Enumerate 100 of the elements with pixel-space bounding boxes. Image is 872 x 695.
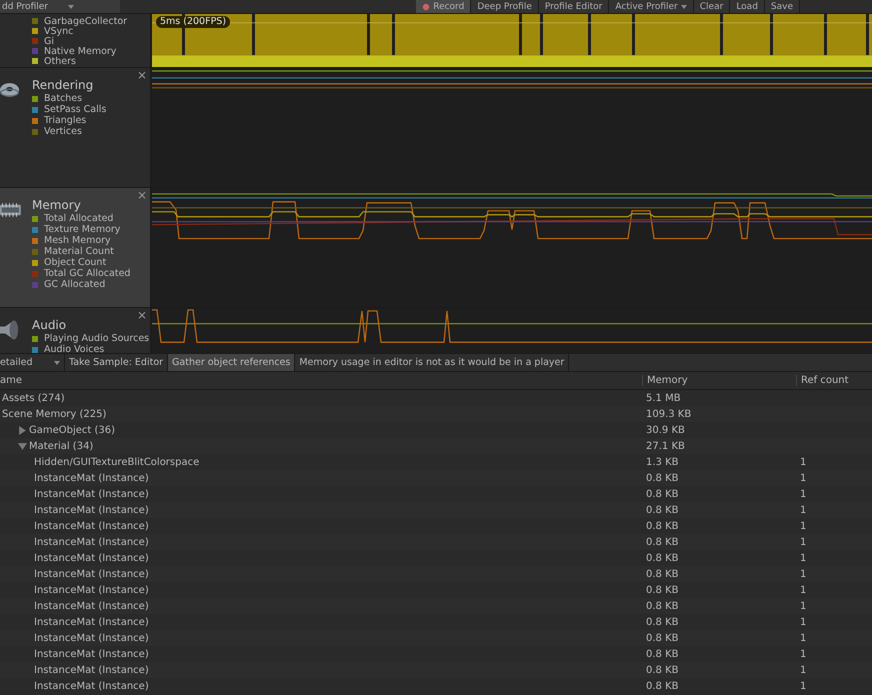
table-cell-text: 0.8 KB bbox=[645, 584, 680, 596]
table-cell-text: 1 bbox=[799, 568, 806, 580]
table-cell-text: 30.9 KB bbox=[645, 424, 686, 436]
toolbar-button[interactable]: Save bbox=[764, 0, 800, 13]
toolbar-button[interactable]: Load bbox=[730, 0, 765, 13]
legend-label: Mesh Memory bbox=[44, 235, 111, 246]
table-cell-text: 1 bbox=[799, 600, 806, 612]
toolbar-button[interactable]: Profile Editor bbox=[538, 0, 610, 13]
tree-item-label[interactable]: Scene Memory (225) bbox=[2, 408, 106, 420]
table-cell-text: 0.8 KB bbox=[645, 552, 680, 564]
column-header[interactable]: Memory bbox=[642, 375, 796, 386]
legend-label: Object Count bbox=[44, 257, 106, 268]
table-cell-text: 0.8 KB bbox=[645, 472, 680, 484]
legend-label: GC Allocated bbox=[44, 279, 106, 290]
legend-label: Audio Voices bbox=[44, 344, 104, 353]
table-cell-text: 0.8 KB bbox=[645, 632, 680, 644]
table-cell-text: 5.1 MB bbox=[645, 392, 682, 404]
legend-label: Total GC Allocated bbox=[44, 268, 130, 279]
table-cell-text: 1 bbox=[799, 632, 806, 644]
table-cell-text: 1 bbox=[799, 520, 806, 532]
tree-item-label[interactable]: InstanceMat (Instance) bbox=[34, 472, 149, 484]
legend-label: Others bbox=[44, 56, 76, 66]
table-cell-text: 0.8 KB bbox=[645, 680, 680, 692]
tree-item-label[interactable]: InstanceMat (Instance) bbox=[34, 600, 149, 612]
expand-arrow-icon[interactable] bbox=[18, 426, 27, 434]
table-cell-text: 1 bbox=[799, 680, 806, 692]
table-cell-text: 1 bbox=[799, 552, 806, 564]
legend-label: GarbageCollector bbox=[44, 16, 128, 26]
expand-arrow-icon[interactable] bbox=[18, 442, 27, 450]
gather-references-toggle[interactable]: Gather object references bbox=[168, 354, 296, 371]
table-cell-text: 0.8 KB bbox=[645, 664, 680, 676]
tree-item-label[interactable]: Hidden/GUITextureBlitColorspace bbox=[34, 456, 200, 468]
tree-item-label[interactable]: Material (34) bbox=[29, 440, 94, 452]
tree-item-label[interactable]: InstanceMat (Instance) bbox=[34, 536, 149, 548]
tree-item-label[interactable]: InstanceMat (Instance) bbox=[34, 552, 149, 564]
caret-icon bbox=[680, 4, 687, 8]
legend-label: Native Memory bbox=[44, 46, 116, 56]
table-cell-text: 1 bbox=[799, 584, 806, 596]
table-cell-text: 0.8 KB bbox=[645, 504, 680, 516]
tree-item-label[interactable]: InstanceMat (Instance) bbox=[34, 504, 149, 516]
table-cell-text: 27.1 KB bbox=[645, 440, 686, 452]
table-cell-text: 0.8 KB bbox=[645, 648, 680, 660]
table-cell-text: 109.3 KB bbox=[645, 408, 692, 420]
tree-item-label[interactable]: GameObject (36) bbox=[29, 424, 116, 436]
tree-item-label[interactable]: InstanceMat (Instance) bbox=[34, 680, 149, 692]
frame-time-label: 5ms (200FPS) bbox=[156, 16, 230, 28]
table-cell-text: 1 bbox=[799, 616, 806, 628]
profiler-panel-label[interactable]: Audio Playing Audio Sources Audio Voices × bbox=[0, 308, 152, 353]
legend-label: Playing Audio Sources bbox=[44, 333, 150, 344]
table-cell-text: 1 bbox=[799, 504, 806, 516]
table-cell-text: 0.8 KB bbox=[645, 488, 680, 500]
legend-label: Gi bbox=[44, 36, 54, 46]
tree-item-label[interactable]: InstanceMat (Instance) bbox=[34, 520, 149, 532]
tree-item-label[interactable]: InstanceMat (Instance) bbox=[34, 568, 149, 580]
table-cell-text: 1.3 KB bbox=[645, 456, 680, 468]
close-icon[interactable]: × bbox=[136, 189, 147, 201]
legend-label: Texture Memory bbox=[44, 224, 120, 235]
profiler-dropdown[interactable]: Active Profiler bbox=[609, 0, 694, 13]
tree-item-label[interactable]: InstanceMat (Instance) bbox=[34, 488, 149, 500]
tree-item-label[interactable]: InstanceMat (Instance) bbox=[34, 616, 149, 628]
tree-item-label[interactable]: Assets (274) bbox=[2, 392, 65, 404]
table-cell-text: 1 bbox=[799, 536, 806, 548]
profiler-panel-label[interactable]: Rendering Batches SetPass Calls Triangles Vertices × bbox=[0, 68, 152, 187]
table-cell-text: 0.8 KB bbox=[645, 616, 680, 628]
column-header[interactable]: ame bbox=[0, 375, 642, 386]
tree-item-label[interactable]: InstanceMat (Instance) bbox=[34, 664, 149, 676]
toolbar-button[interactable]: Deep Profile bbox=[471, 0, 539, 13]
panel-title: Memory bbox=[32, 198, 82, 213]
toolbar-button[interactable]: Record bbox=[416, 0, 472, 13]
add-profiler-dropdown[interactable]: dd Profiler bbox=[0, 0, 120, 13]
legend-label: Triangles bbox=[44, 115, 86, 126]
profiler-panel-label[interactable]: Memory Total Allocated Texture Memory Mesh Memory Material Count Object Count Total GC Allocated GC Allocated × bbox=[0, 188, 152, 307]
legend-label: Total Allocated bbox=[44, 213, 114, 224]
caret-icon bbox=[68, 4, 74, 8]
tree-item-label[interactable]: InstanceMat (Instance) bbox=[34, 632, 149, 644]
table-cell-text: 0.8 KB bbox=[645, 568, 680, 580]
table-cell-text: 1 bbox=[799, 488, 806, 500]
legend-label: Material Count bbox=[44, 246, 114, 257]
tree-item-label[interactable]: InstanceMat (Instance) bbox=[34, 648, 149, 660]
tree-item-label[interactable]: InstanceMat (Instance) bbox=[34, 584, 149, 596]
legend-label: Batches bbox=[44, 93, 82, 104]
table-cell-text: 0.8 KB bbox=[645, 600, 680, 612]
table-cell-text: 1 bbox=[799, 456, 806, 468]
table-cell-text: 0.8 KB bbox=[645, 520, 680, 532]
editor-memory-notice: Memory usage in editor is not as it would be in a player bbox=[295, 354, 570, 371]
record-icon bbox=[422, 2, 430, 10]
table-cell-text: 1 bbox=[799, 648, 806, 660]
table-cell-text: 1 bbox=[799, 664, 806, 676]
column-header[interactable]: Ref count bbox=[796, 375, 849, 386]
legend-label: SetPass Calls bbox=[44, 104, 106, 115]
table-cell-text: 1 bbox=[799, 472, 806, 484]
toolbar-button[interactable]: Clear bbox=[694, 0, 730, 13]
panel-title: Rendering bbox=[32, 78, 94, 93]
close-icon[interactable]: × bbox=[136, 69, 147, 81]
close-icon[interactable]: × bbox=[136, 309, 147, 321]
panel-title: Audio bbox=[32, 318, 68, 333]
table-cell-text: 0.8 KB bbox=[645, 536, 680, 548]
legend-label: Vertices bbox=[44, 126, 82, 137]
legend-label: VSync bbox=[44, 26, 74, 36]
caret-icon bbox=[54, 360, 60, 364]
